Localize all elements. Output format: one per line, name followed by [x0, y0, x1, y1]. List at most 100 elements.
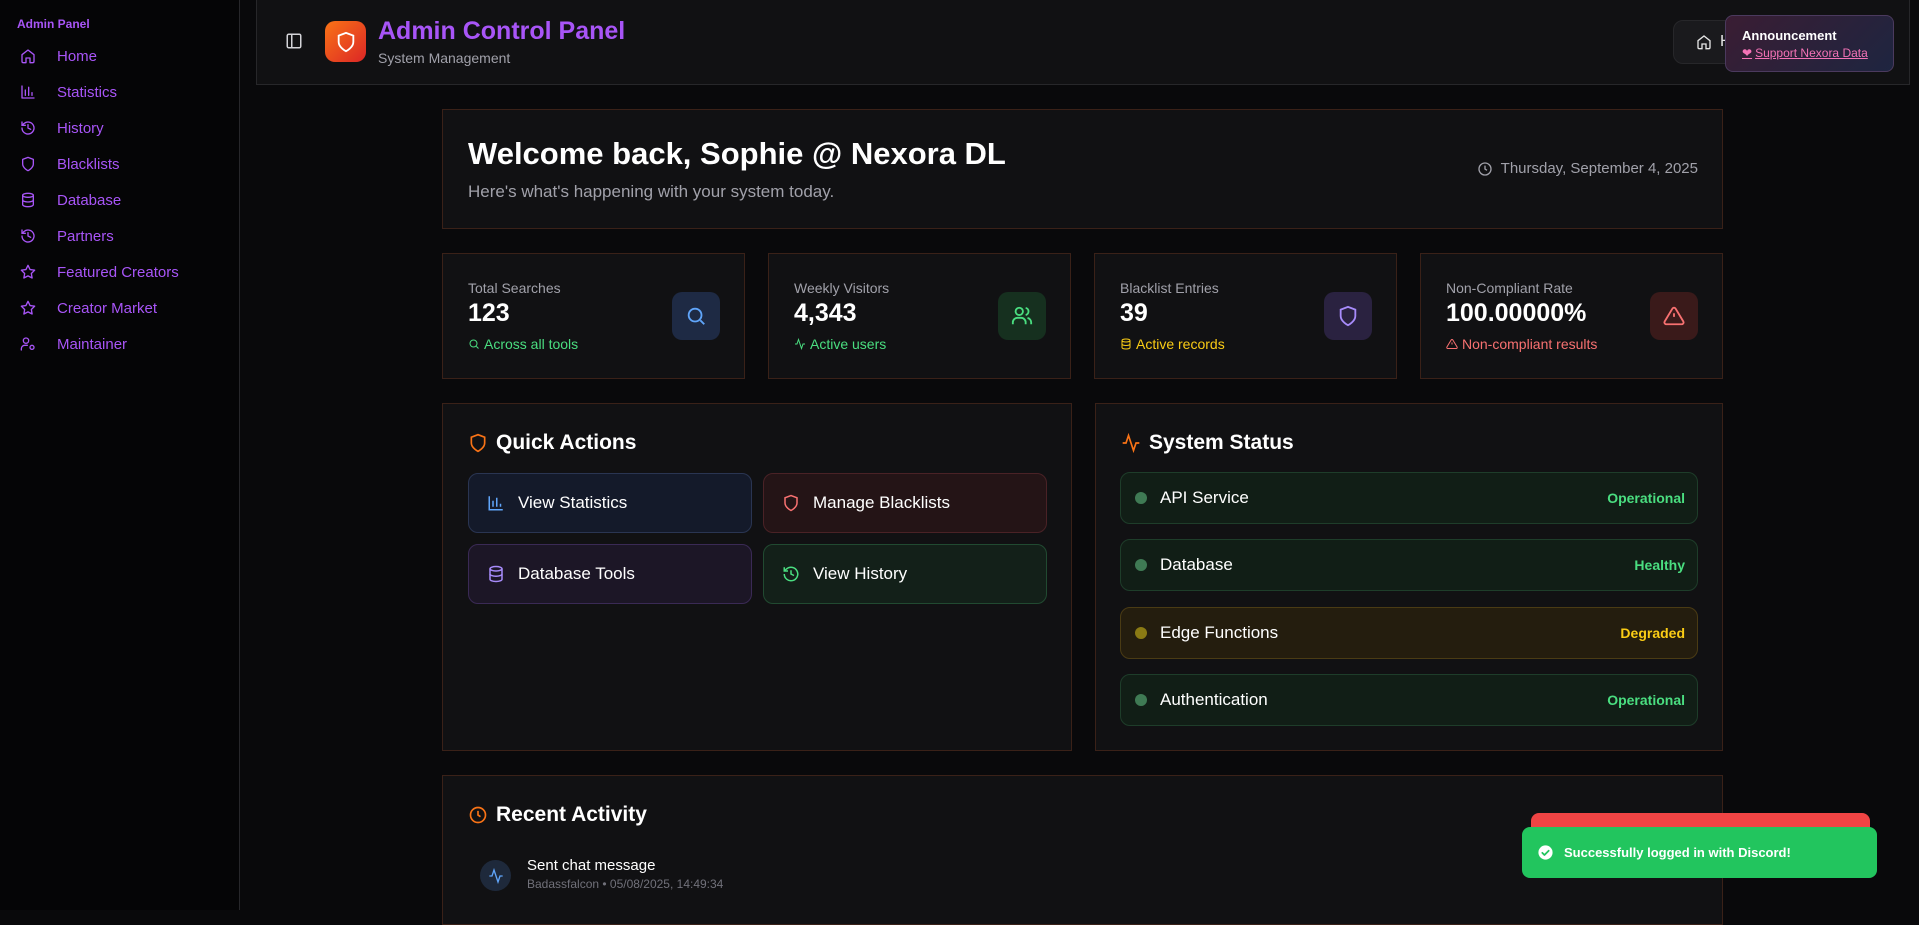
- app-title: Admin Control Panel: [378, 17, 626, 45]
- sidebar-item-label: Creator Market: [57, 299, 158, 317]
- sidebar-item-partners[interactable]: Partners: [20, 221, 230, 251]
- status-row-authentication: Authentication Operational: [1120, 674, 1698, 726]
- sidebar-item-label: Database: [57, 191, 122, 209]
- view-statistics-button[interactable]: View Statistics: [468, 473, 752, 533]
- sidebar-item-history[interactable]: History: [20, 113, 230, 143]
- service-name: Database: [1160, 555, 1233, 574]
- stat-value: 39: [1120, 299, 1148, 327]
- stat-subtext-label: Active users: [810, 336, 887, 352]
- button-label: Manage Blacklists: [813, 493, 951, 512]
- service-name: Authentication: [1160, 690, 1268, 709]
- shield-icon: [22, 156, 34, 172]
- system-status-panel: System Status API Service Operational Da…: [1095, 403, 1723, 751]
- stat-subtext: Non-compliant results: [1446, 336, 1597, 352]
- activity-icon: [795, 338, 805, 350]
- sidebar-item-label: Statistics: [57, 83, 118, 101]
- shield-icon: [337, 31, 354, 52]
- users-icon: [1011, 306, 1033, 325]
- sidebar-item-label: Maintainer: [57, 335, 128, 353]
- sidebar-item-label: Featured Creators: [57, 263, 179, 281]
- announcement-link-text: Support Nexora Data: [1755, 46, 1868, 60]
- manage-blacklists-button[interactable]: Manage Blacklists: [763, 473, 1047, 533]
- database-icon: [22, 192, 34, 208]
- activity-icon-box: [480, 860, 511, 891]
- current-date: Thursday, September 4, 2025: [1477, 160, 1698, 177]
- user-cog-icon: [20, 337, 35, 351]
- announcement-title: Announcement: [1742, 28, 1837, 43]
- database-icon: [489, 565, 503, 583]
- quick-actions-title-text: Quick Actions: [496, 431, 637, 454]
- sidebar-item-blacklists[interactable]: Blacklists: [20, 149, 230, 179]
- database-icon: [1121, 338, 1131, 350]
- stat-label: Total Searches: [468, 280, 561, 296]
- button-label: Database Tools: [518, 564, 635, 583]
- stat-icon-box: [672, 292, 720, 340]
- status-badge: Operational: [1607, 692, 1685, 708]
- sidebar-item-maintainer[interactable]: Maintainer: [20, 329, 230, 359]
- star-icon: [20, 300, 36, 315]
- app-subtitle: System Management: [378, 50, 511, 66]
- check-circle-icon: [1538, 845, 1553, 860]
- welcome-heading: Welcome back, Sophie @ Nexora DL: [468, 136, 1006, 171]
- status-dot: [1135, 694, 1147, 706]
- search-icon: [469, 339, 479, 349]
- system-status-title: System Status: [1121, 431, 1294, 455]
- status-row-edge-functions: Edge Functions Degraded: [1120, 607, 1698, 659]
- stat-card-total-searches: Total Searches 123 Across all tools: [442, 253, 745, 379]
- stat-icon-box: [1324, 292, 1372, 340]
- announcement-link[interactable]: ❤ Support Nexora Data: [1742, 46, 1877, 60]
- recent-activity-title: Recent Activity: [468, 803, 647, 827]
- shield-icon: [470, 433, 486, 453]
- sidebar-item-database[interactable]: Database: [20, 185, 230, 215]
- status-dot: [1135, 492, 1147, 504]
- sidebar-item-label: Home: [57, 47, 98, 65]
- sidebar-item-label: Blacklists: [57, 155, 120, 173]
- stat-value: 100.00000%: [1446, 299, 1587, 327]
- sidebar-item-statistics[interactable]: Statistics: [20, 77, 230, 107]
- stat-card-blacklist-entries: Blacklist Entries 39 Active records: [1094, 253, 1397, 379]
- database-tools-button[interactable]: Database Tools: [468, 544, 752, 604]
- announcement-banner: Announcement ❤ Support Nexora Data: [1725, 15, 1894, 72]
- bar-chart-icon: [488, 496, 503, 511]
- activity-icon: [1122, 433, 1140, 453]
- stat-card-weekly-visitors: Weekly Visitors 4,343 Active users: [768, 253, 1071, 379]
- stat-card-non-compliant-rate: Non-Compliant Rate 100.00000% Non-compli…: [1420, 253, 1723, 379]
- stat-label: Non-Compliant Rate: [1446, 280, 1573, 296]
- history-icon: [21, 229, 35, 243]
- status-row-database: Database Healthy: [1120, 539, 1698, 591]
- bar-chart-icon: [21, 85, 35, 99]
- activity-meta: Badassfalcon • 05/08/2025, 14:49:34: [527, 877, 724, 891]
- quick-actions-title: Quick Actions: [468, 431, 636, 455]
- heart-icon: ❤: [1742, 46, 1753, 60]
- activity-item: Sent chat message Badassfalcon • 05/08/2…: [480, 857, 723, 891]
- sidebar-title: Admin Panel: [17, 17, 90, 31]
- panel-left-icon: [286, 33, 302, 49]
- sidebar-item-home[interactable]: Home: [20, 41, 230, 71]
- stat-label: Weekly Visitors: [794, 280, 890, 296]
- stat-icon-box: [998, 292, 1046, 340]
- sidebar-item-creator-market[interactable]: Creator Market: [20, 293, 230, 323]
- sidebar-item-label: Partners: [57, 227, 114, 245]
- status-badge: Healthy: [1634, 557, 1685, 573]
- sidebar-item-featured-creators[interactable]: Featured Creators: [20, 257, 230, 287]
- welcome-subtext: Here's what's happening with your system…: [468, 182, 835, 201]
- app-logo: [325, 21, 366, 62]
- home-icon: [1697, 35, 1711, 50]
- sidebar: Admin Panel Home Statistics History Blac…: [0, 0, 240, 910]
- status-dot: [1135, 559, 1147, 571]
- status-dot: [1135, 627, 1147, 639]
- alert-triangle-icon: [1446, 338, 1458, 349]
- stat-subtext: Active users: [794, 336, 886, 352]
- welcome-card: Welcome back, Sophie @ Nexora DL Here's …: [442, 109, 1723, 229]
- alert-triangle-icon: [1663, 306, 1685, 326]
- stat-subtext: Active records: [1120, 336, 1225, 352]
- stat-value: 123: [468, 299, 510, 327]
- recent-activity-title-text: Recent Activity: [496, 803, 647, 826]
- sidebar-toggle-button[interactable]: [285, 32, 303, 50]
- status-badge: Degraded: [1620, 625, 1685, 641]
- success-toast[interactable]: Successfully logged in with Discord!: [1522, 827, 1877, 878]
- view-history-button[interactable]: View History: [763, 544, 1047, 604]
- clock-icon: [469, 806, 487, 824]
- shield-icon: [1339, 305, 1357, 327]
- history-icon: [783, 566, 799, 582]
